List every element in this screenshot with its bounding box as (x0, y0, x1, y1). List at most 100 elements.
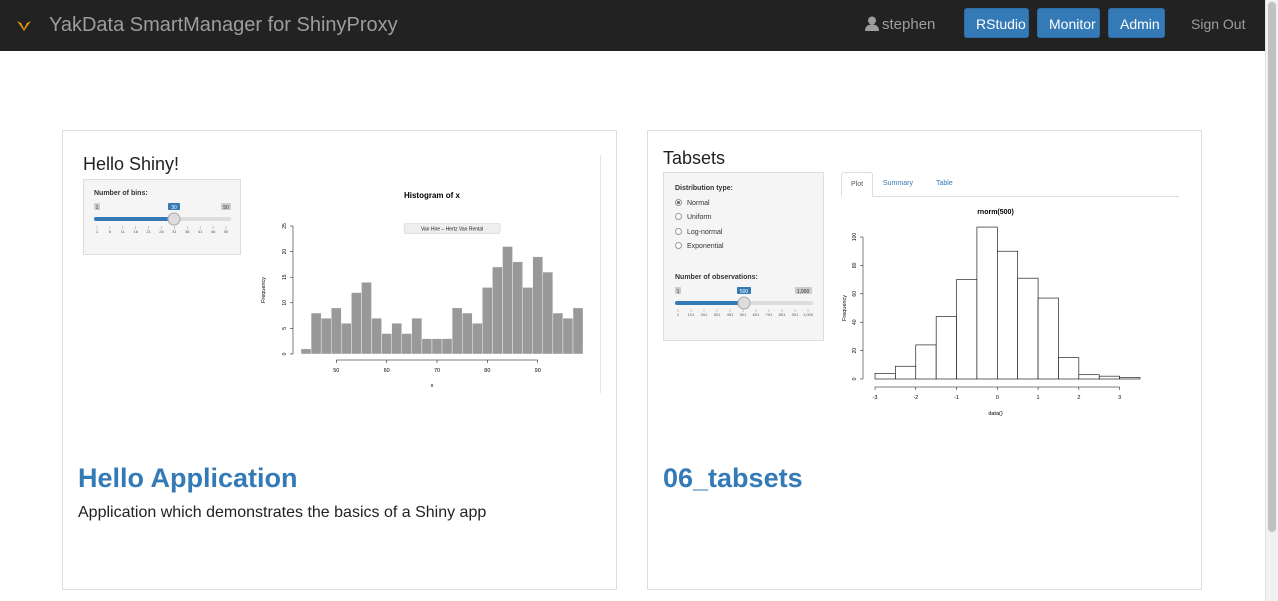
slider-min: 1 (677, 289, 680, 295)
x-tick-label: 70 (434, 368, 440, 374)
x-tick-label: 0 (996, 395, 999, 401)
rstudio-button[interactable]: RStudio (964, 8, 1029, 38)
thumbnail-title: Hello Shiny! (83, 154, 180, 174)
y-tick-label: 15 (282, 274, 288, 280)
histogram-bar (381, 333, 392, 355)
histogram-bar (895, 365, 917, 380)
x-tick-label: -2 (913, 395, 918, 401)
y-tick-label: 100 (852, 233, 858, 242)
tooltip-text: Van Hire – Hertz Van Rental (421, 227, 483, 233)
app-title[interactable]: Hello Application (78, 463, 298, 494)
slider-tick-label: 1 (677, 312, 680, 317)
slider-tick-label: 401 (727, 312, 734, 317)
app-thumbnail[interactable]: Hello Shiny! Number of bins: 1 30 50 161… (63, 131, 616, 431)
histogram-bar (1098, 375, 1120, 380)
app-title[interactable]: 06_tabsets (663, 463, 803, 494)
brand-title[interactable]: YakData SmartManager for ShinyProxy (49, 13, 398, 37)
histogram-bar (997, 250, 1018, 380)
slider-tick-label: 801 (779, 312, 786, 317)
histogram-bar (915, 344, 937, 380)
slider-tick-label: 901 (792, 312, 799, 317)
histogram-bar (1017, 277, 1039, 380)
histogram-bar (341, 323, 352, 355)
histogram-bar (522, 287, 533, 355)
y-axis-label: Frequency (842, 295, 848, 321)
observations-slider: 1 500 1,000 1 101 201 301 401 501 601 701 801 901… (675, 287, 814, 317)
username: stephen (882, 16, 936, 33)
histogram-bar (935, 316, 957, 380)
slider-tick-label: 201 (701, 312, 708, 317)
app-thumbnail[interactable]: Tabsets Distribution type: Normal Unifor… (648, 131, 1201, 431)
histogram-bar (1078, 374, 1100, 380)
scrollbar[interactable] (1265, 0, 1278, 601)
histogram-bar (451, 307, 463, 355)
slider-tick-label: 6 (109, 229, 112, 234)
sign-out-link[interactable]: Sign Out (1191, 14, 1245, 34)
slider-tick-label: 1,000 (803, 312, 814, 317)
histogram-bar (552, 312, 564, 355)
user-icon (865, 16, 879, 31)
thumbnail-title: Tabsets (663, 148, 726, 168)
histogram-bar (401, 333, 413, 355)
histogram-bar (310, 312, 322, 355)
histogram-bar (1119, 377, 1141, 380)
slider-tick-label: 50 (224, 229, 229, 234)
histogram-bar (320, 317, 332, 355)
x-tick-label: 1 (1037, 395, 1040, 401)
histogram-bar (502, 246, 513, 355)
x-tick-label: 3 (1118, 395, 1121, 401)
sidebar-panel: Number of bins: 1 30 50 1 6 11 16 21 26 31 36 41… (83, 179, 241, 255)
monitor-button[interactable]: Monitor (1037, 8, 1100, 38)
tab-plot[interactable]: Plot (841, 172, 874, 197)
scrollbar-thumb[interactable] (1268, 2, 1276, 532)
slider-tick-label: 101 (688, 312, 695, 317)
slider-tick-label: 11 (121, 229, 126, 234)
y-tick-label: 80 (852, 262, 858, 268)
x-axis-label: x (431, 383, 434, 389)
app-description: Application which demonstrates the basic… (78, 504, 487, 521)
histogram-bar (976, 226, 998, 380)
user-menu[interactable]: stephen (865, 15, 935, 35)
histogram-bar (411, 317, 423, 355)
histogram-bar (441, 338, 453, 355)
slider-min: 1 (96, 205, 99, 211)
histogram-bar (874, 373, 896, 380)
app-card-tabsets[interactable]: Tabsets Distribution type: Normal Unifor… (647, 130, 1202, 590)
y-tick-label: 60 (852, 291, 858, 297)
slider-value: 30 (171, 205, 177, 211)
y-tick-label: 0 (282, 352, 288, 355)
plot-title: rnorm(500) (977, 209, 1014, 216)
slider-tick-label: 501 (740, 312, 747, 317)
admin-button[interactable]: Admin (1108, 8, 1165, 38)
histogram-bar (1058, 357, 1080, 380)
tab-table[interactable]: Table (927, 172, 962, 196)
slider-max: 50 (223, 205, 229, 211)
y-tick-label: 10 (282, 300, 288, 306)
histogram-bar (956, 279, 978, 380)
tabset: Plot Summary Table (841, 172, 1179, 197)
y-tick-label: 40 (852, 319, 858, 325)
histogram-bar (482, 287, 493, 355)
tab-summary[interactable]: Summary (874, 172, 922, 196)
slider-tick-label: 21 (146, 229, 151, 234)
y-tick-label: 5 (282, 327, 288, 330)
histogram-bar (371, 317, 382, 355)
x-tick-label: -3 (873, 395, 878, 401)
slider-tick-label: 46 (211, 229, 216, 234)
histogram-bar (351, 292, 362, 355)
slider-tick-label: 26 (159, 229, 164, 234)
x-tick-label: 90 (535, 368, 541, 374)
slider-tick-label: 31 (172, 229, 177, 234)
x-tick-label: -1 (954, 395, 959, 401)
yak-logo-icon[interactable] (15, 16, 33, 34)
navbar: YakData SmartManager for ShinyProxy step… (0, 0, 1265, 51)
divider (600, 155, 601, 393)
histogram-bar (361, 282, 372, 355)
histogram-bar (331, 307, 342, 355)
histogram-bar (1037, 297, 1059, 380)
slider-tick-label: 301 (714, 312, 721, 317)
app-card-hello[interactable]: Hello Shiny! Number of bins: 1 30 50 161… (62, 130, 617, 590)
y-tick-label: 20 (852, 348, 858, 354)
y-tick-label: 0 (852, 377, 858, 380)
slider-tick-label: 701 (766, 312, 773, 317)
